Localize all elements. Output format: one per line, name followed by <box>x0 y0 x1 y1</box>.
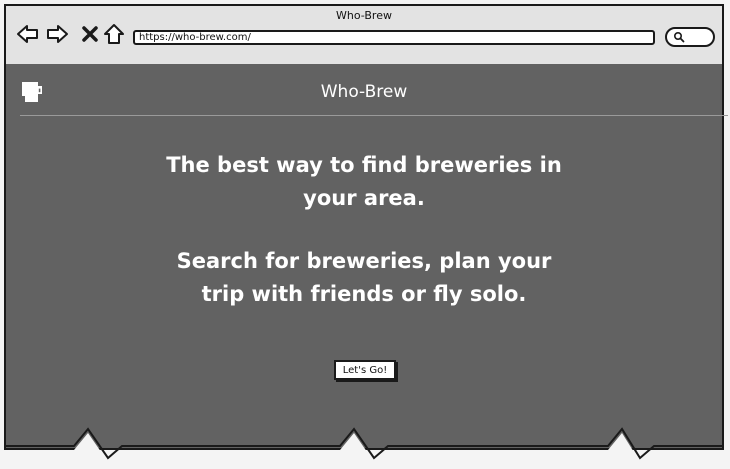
browser-chrome: Who-Brew https://who-brew.com/ <box>6 6 722 66</box>
lets-go-button[interactable]: Let's Go! <box>334 360 396 380</box>
window-title: Who-Brew <box>336 9 392 22</box>
page-content: Who-Brew The best way to find breweries … <box>6 64 728 448</box>
browser-window: Who-Brew https://who-brew.com/ Who-Brew … <box>4 4 728 450</box>
address-bar[interactable]: https://who-brew.com/ <box>133 30 655 45</box>
hero-text: The best way to find breweries in your a… <box>6 149 722 311</box>
close-x-icon[interactable] <box>78 22 102 46</box>
back-arrow-icon[interactable] <box>16 22 40 46</box>
app-title: Who-Brew <box>320 82 408 102</box>
forward-arrow-icon[interactable] <box>45 22 69 46</box>
hero-line-1: The best way to find breweries in your a… <box>166 153 562 210</box>
torn-edge-decoration <box>0 427 730 469</box>
search-button[interactable] <box>665 27 715 47</box>
app-header: Who-Brew <box>6 64 722 116</box>
header-divider <box>20 115 728 116</box>
home-icon[interactable] <box>102 22 126 46</box>
hero-line-2: Search for breweries, plan your trip wit… <box>176 249 552 306</box>
search-icon <box>673 31 685 43</box>
